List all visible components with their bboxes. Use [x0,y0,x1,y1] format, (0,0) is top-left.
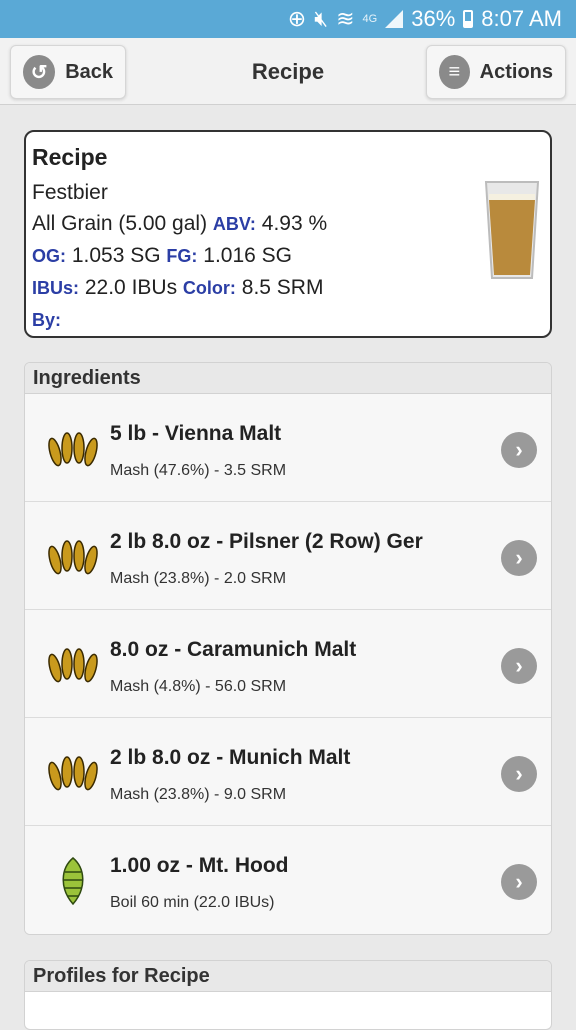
actions-button[interactable]: ≡ Actions [426,45,566,99]
ibu-value: 22.0 IBUs [84,276,178,299]
og-label: OG: [32,246,66,266]
chevron-right-icon[interactable]: › [501,540,537,576]
ingredient-name: 5 lb - Vienna Malt [110,422,282,445]
ingredient-detail: Mash (23.8%) - 9.0 SRM [110,786,287,803]
data-saver-icon: ⊕ [287,6,307,31]
beer-glass-icon [484,181,540,279]
ingredient-name: 1.00 oz - Mt. Hood [110,854,289,877]
ingredient-detail: Mash (23.8%) - 2.0 SRM [110,570,287,587]
chevron-right-icon[interactable]: › [501,432,537,468]
author-line: By: [32,304,544,336]
wifi-icon: ≋ [336,6,355,31]
ingredient-row[interactable]: 8.0 oz - Caramunich Malt Mash (4.8%) - 5… [25,610,551,718]
ibu-label: IBUs: [32,278,80,298]
status-bar: ⊕ 🔇︎ ≋ 4G 36% 8:07 AM [0,0,576,38]
battery-icon [463,10,474,28]
grain-icon [48,540,98,575]
header-bar: ↺ Back Recipe ≡ Actions [0,38,576,105]
ingredient-detail: Mash (47.6%) - 3.5 SRM [110,462,287,479]
gravity-line: OG: 1.053 SG FG: 1.016 SG [32,240,544,272]
color-label: Color: [182,278,236,298]
ingredient-name: 2 lb 8.0 oz - Munich Malt [110,746,351,769]
recipe-summary-card[interactable]: Recipe Festbier All Grain (5.00 gal) ABV… [24,130,552,338]
by-label: By: [32,310,62,330]
chevron-right-icon[interactable]: › [501,648,537,684]
color-value: 8.5 SRM [241,276,324,299]
fg-value: 1.016 SG [203,244,292,267]
ingredient-row[interactable]: 2 lb 8.0 oz - Munich Malt Mash (23.8%) -… [25,718,551,826]
fg-label: FG: [166,246,198,266]
og-value: 1.053 SG [71,244,161,267]
profiles-section: Profiles for Recipe [24,960,552,1030]
recipe-type-line: All Grain (5.00 gal) ABV: 4.93 % [32,208,544,240]
ingredient-detail: Mash (4.8%) - 56.0 SRM [110,678,287,695]
chevron-right-icon[interactable]: › [501,756,537,792]
recipe-name: Festbier [32,181,108,204]
recipe-type-size: All Grain (5.00 gal) [32,212,208,235]
menu-icon: ≡ [439,55,470,89]
grain-icon [48,756,98,791]
grain-icon [48,432,98,467]
signal-icon [385,10,404,28]
ingredient-row[interactable]: 5 lb - Vienna Malt Mash (47.6%) - 3.5 SR… [25,394,551,502]
abv-label: ABV: [212,214,256,234]
recipe-heading: Recipe [32,144,108,170]
ingredient-name: 2 lb 8.0 oz - Pilsner (2 Row) Ger [110,530,423,553]
ingredients-heading: Ingredients [25,363,551,394]
grain-icon [48,648,98,683]
ingredient-name: 8.0 oz - Caramunich Malt [110,638,357,661]
abv-value: 4.93 % [261,212,328,235]
clock: 8:07 AM [481,6,562,31]
network-type: 4G [362,13,378,25]
ingredients-section: Ingredients 5 lb - Vienna Malt Mash (47.… [24,362,552,935]
battery-percent: 36% [411,6,456,31]
bitterness-color-line: IBUs: 22.0 IBUs Color: 8.5 SRM [32,272,544,304]
chevron-right-icon[interactable]: › [501,864,537,900]
hop-icon [62,857,84,906]
mute-icon: 🔇︎ [314,6,329,31]
actions-label: Actions [479,60,553,83]
ingredient-row[interactable]: 1.00 oz - Mt. Hood Boil 60 min (22.0 IBU… [25,826,551,934]
ingredient-row[interactable]: 2 lb 8.0 oz - Pilsner (2 Row) Ger Mash (… [25,502,551,610]
profiles-heading: Profiles for Recipe [25,961,551,992]
ingredient-detail: Boil 60 min (22.0 IBUs) [110,894,275,911]
